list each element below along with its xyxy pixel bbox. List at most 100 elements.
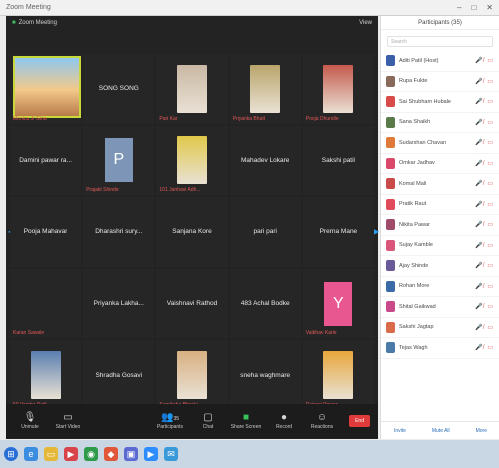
participant-row[interactable]: Sujay Kamble 🎤̸ ▭ <box>381 236 499 256</box>
participant-photo <box>176 64 207 113</box>
participant-tile[interactable]: Pooja Dhundle <box>302 54 374 124</box>
participant-tile[interactable]: Sakshi patil <box>302 125 374 196</box>
participant-row-name: Rohan More <box>399 283 430 290</box>
share-screen-button[interactable]: ■ Share Screen <box>230 412 262 430</box>
reactions-icon: ☺ <box>316 412 328 423</box>
participant-tile[interactable]: Dharashri sury... <box>83 197 155 267</box>
share-screen-icon: ■ <box>242 412 250 423</box>
avatar <box>386 178 395 190</box>
avatar <box>386 157 395 169</box>
participant-tile[interactable]: Priyanka Bhatt <box>229 54 301 124</box>
participant-photo <box>323 64 354 113</box>
mute-all-button[interactable]: Mute All <box>432 428 450 434</box>
participant-row-name: Sujay Kamble <box>399 242 433 249</box>
participant-tile[interactable]: P Prajakt Shinde <box>83 125 155 196</box>
participant-row[interactable]: Rupa Fukte 🎤̸ ▭ <box>381 72 499 92</box>
participant-row[interactable]: Sai Shubham Hubale 🎤̸ ▭ <box>381 92 499 113</box>
participant-tile[interactable]: Shradha Gosavi <box>83 340 155 410</box>
window-controls: – □ ✕ <box>457 3 493 12</box>
title-bar: Zoom Meeting – □ ✕ <box>0 0 499 16</box>
participant-row-name: Pratik Raut <box>399 201 427 208</box>
participants-icon: 👥35 <box>160 412 179 423</box>
participant-search-input[interactable]: Search <box>387 36 493 47</box>
participant-row[interactable]: Sakshi Jagtap 🎤̸ ▭ <box>381 318 499 338</box>
participants-button[interactable]: 👥35 Participants <box>154 412 186 430</box>
meeting-info[interactable]: ■ Zoom Meeting <box>12 20 57 26</box>
participant-tile[interactable]: Ruturaj Pawar <box>302 340 374 410</box>
participant-tile[interactable]: Priyanka Lakha... <box>83 268 155 339</box>
start-icon[interactable]: ⊞ <box>4 447 18 461</box>
zoom-window: Zoom Meeting – □ ✕ ■Zoom Meeting View ◀ … <box>0 0 499 468</box>
participant-row[interactable]: Rohan More 🎤̸ ▭ <box>381 277 499 297</box>
mic-muted-icon: 🎤̸ ▭ <box>475 58 494 65</box>
participant-name: sneha waghmare <box>240 371 291 379</box>
participant-tile[interactable]: SONG SONG <box>83 54 155 124</box>
participant-row[interactable]: Ajay Shinde 🎤̸ ▭ <box>381 256 499 277</box>
more-button[interactable]: More <box>476 428 487 434</box>
maximize-icon[interactable]: □ <box>471 3 476 12</box>
chat-icon: ▢ <box>203 412 213 423</box>
minimize-icon[interactable]: – <box>457 3 461 12</box>
media-icon[interactable]: ▶ <box>64 447 78 461</box>
muted-name-tag: Pari Kar <box>159 115 178 122</box>
participant-name: Sanjana Kore <box>172 228 212 236</box>
participant-tile[interactable]: 50 Varsha Patil <box>10 340 82 410</box>
reactions-label: Reactions <box>310 424 334 430</box>
end-meeting-button[interactable]: End <box>349 415 370 427</box>
mic-muted-icon: 🎤̸ ▭ <box>475 304 494 311</box>
start-video-button[interactable]: ▭ Start Video <box>52 412 84 430</box>
record-button[interactable]: ● Record <box>268 412 300 430</box>
participant-row[interactable]: Pratik Raut 🎤̸ ▭ <box>381 195 499 215</box>
avatar <box>386 342 395 354</box>
app-icon[interactable]: ▣ <box>124 447 138 461</box>
participant-tile[interactable]: Monica Jr Gina <box>10 54 82 124</box>
participant-tile[interactable]: 483 Achal Bodke <box>229 268 301 339</box>
participant-row[interactable]: Sudarshan Chavan 🎤̸ ▭ <box>381 133 499 154</box>
muted-name-tag: Vaibhav Karle <box>305 330 337 337</box>
chat-button[interactable]: ▢ Chat <box>192 412 224 430</box>
folder-icon[interactable]: ▭ <box>44 447 58 461</box>
unmute-button[interactable]: 🎙 Unmute <box>14 412 46 430</box>
ie-icon[interactable]: e <box>24 447 38 461</box>
participant-tile[interactable]: Pooja Mahavar <box>10 197 82 267</box>
participant-tile[interactable]: Y Vaibhav Karle <box>302 268 374 339</box>
chrome-icon[interactable]: ◉ <box>84 447 98 461</box>
participant-row[interactable]: Sana Shaikh 🎤̸ ▭ <box>381 113 499 133</box>
participant-tile[interactable]: pari pari <box>229 197 301 267</box>
reactions-button[interactable]: ☺ Reactions <box>306 412 338 430</box>
shield-icon: ■ <box>12 20 16 26</box>
mic-muted-icon: 🎤̸ ▭ <box>475 283 494 290</box>
view-button[interactable]: View <box>359 20 372 26</box>
participant-row[interactable]: Komal Mali 🎤̸ ▭ <box>381 174 499 195</box>
participant-name: Priyanka Lakha... <box>93 300 144 308</box>
participant-tile[interactable]: Damini pawar ra... <box>10 125 82 196</box>
participant-tile[interactable]: Karan Sawale <box>10 268 82 339</box>
invite-button[interactable]: Invite <box>394 428 406 434</box>
participant-tile[interactable]: Sanjana Kore <box>156 197 228 267</box>
participant-tile[interactable]: Pari Kar <box>156 54 228 124</box>
participant-row[interactable]: Nikita Pawar 🎤̸ ▭ <box>381 215 499 236</box>
avatar <box>386 96 395 108</box>
mic-muted-icon: 🎤̸ ▭ <box>475 242 494 249</box>
participant-row[interactable]: Aditi Patil (Host) 🎤̸ ▭ <box>381 51 499 72</box>
participant-row[interactable]: Omkar Jadhav 🎤̸ ▭ <box>381 154 499 174</box>
participant-row[interactable]: Shital Gaikwad 🎤̸ ▭ <box>381 297 499 318</box>
participant-tile[interactable]: sneha waghmare <box>229 340 301 410</box>
camera-off-icon: ▭ <box>63 412 73 423</box>
participant-tile[interactable]: Vaishnavi Rathod <box>156 268 228 339</box>
start-video-label: Start Video <box>55 424 81 430</box>
participant-name: Mahadev Lokare <box>240 156 290 164</box>
app-icon[interactable]: ◆ <box>104 447 118 461</box>
mic-muted-icon: 🎤̸ ▭ <box>475 78 494 85</box>
participant-tile[interactable]: Prerna Mane <box>302 197 374 267</box>
close-icon[interactable]: ✕ <box>486 3 493 12</box>
participant-name: 483 Achal Bodke <box>240 300 290 308</box>
avatar <box>386 260 395 272</box>
participant-tile[interactable]: 101 Janhavi Adh... <box>156 125 228 196</box>
participant-row[interactable]: Tejas Wagh 🎤̸ ▭ <box>381 338 499 359</box>
participant-tile[interactable]: Mahadev Lokare <box>229 125 301 196</box>
app-icon[interactable]: ✉ <box>164 447 178 461</box>
avatar <box>386 239 395 251</box>
participant-tile[interactable]: Samiksha Bhosle <box>156 340 228 410</box>
zoom-icon[interactable]: ▶ <box>144 447 158 461</box>
